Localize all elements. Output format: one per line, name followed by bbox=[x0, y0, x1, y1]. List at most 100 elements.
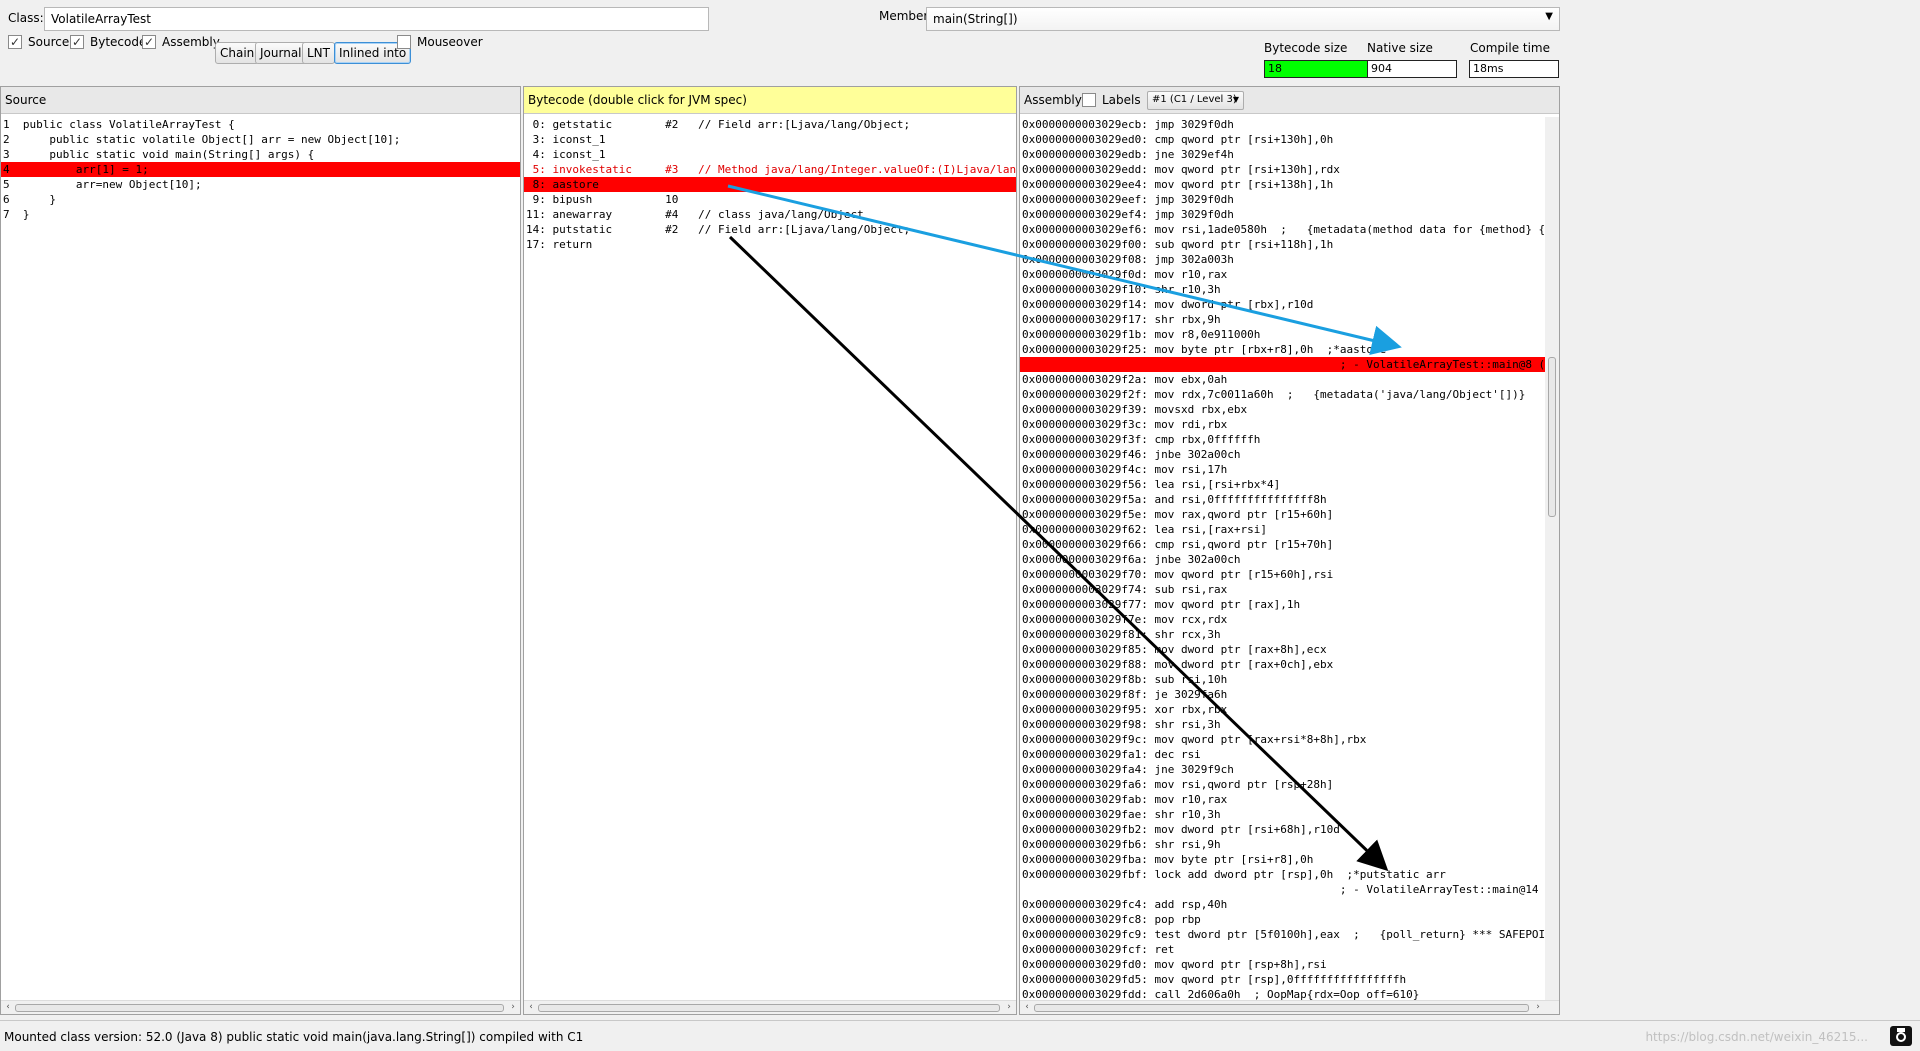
assembly-line[interactable]: 0x0000000003029fb2: mov dword ptr [rsi+6… bbox=[1020, 822, 1545, 837]
assembly-line[interactable]: 0x0000000003029fbf: lock add dword ptr [… bbox=[1020, 867, 1545, 882]
assembly-line[interactable]: 0x0000000003029fa4: jne 3029f9ch bbox=[1020, 762, 1545, 777]
assembly-line[interactable]: 0x0000000003029f3c: mov rdi,rbx bbox=[1020, 417, 1545, 432]
assembly-line[interactable]: 0x0000000003029ee4: mov qword ptr [rsi+1… bbox=[1020, 177, 1545, 192]
bytecode-line[interactable]: 0: getstatic #2 // Field arr:[Ljava/lang… bbox=[524, 117, 1016, 132]
assembly-line[interactable]: 0x0000000003029f95: xor rbx,rbx bbox=[1020, 702, 1545, 717]
assembly-line[interactable]: 0x0000000003029f74: sub rsi,rax bbox=[1020, 582, 1545, 597]
source-code[interactable]: 1 public class VolatileArrayTest {2 publ… bbox=[1, 117, 520, 1000]
assembly-line[interactable]: 0x0000000003029f66: cmp rsi,qword ptr [r… bbox=[1020, 537, 1545, 552]
chain-button[interactable]: Chain bbox=[215, 42, 260, 64]
assembly-line[interactable]: 0x0000000003029ef4: jmp 3029f0dh bbox=[1020, 207, 1545, 222]
assembly-line[interactable]: 0x0000000003029fab: mov r10,rax bbox=[1020, 792, 1545, 807]
assembly-line[interactable]: 0x0000000003029f81: shr rcx,3h bbox=[1020, 627, 1545, 642]
bytecode-line[interactable]: 3: iconst_1 bbox=[524, 132, 1016, 147]
assembly-line[interactable]: 0x0000000003029f5a: and rsi,0fffffffffff… bbox=[1020, 492, 1545, 507]
source-line[interactable]: 2 public static volatile Object[] arr = … bbox=[1, 132, 520, 147]
assembly-line[interactable]: 0x0000000003029f4c: mov rsi,17h bbox=[1020, 462, 1545, 477]
assembly-line[interactable]: 0x0000000003029fb6: shr rsi,9h bbox=[1020, 837, 1545, 852]
source-line[interactable]: 5 arr=new Object[10]; bbox=[1, 177, 520, 192]
assembly-line[interactable]: 0x0000000003029fba: mov byte ptr [rsi+r8… bbox=[1020, 852, 1545, 867]
assembly-line[interactable]: 0x0000000003029f88: mov dword ptr [rax+0… bbox=[1020, 657, 1545, 672]
source-line[interactable]: 4 arr[1] = 1; bbox=[1, 162, 520, 177]
assembly-line[interactable]: 0x0000000003029f5e: mov rax,qword ptr [r… bbox=[1020, 507, 1545, 522]
assembly-line[interactable]: 0x0000000003029f62: lea rsi,[rax+rsi] bbox=[1020, 522, 1545, 537]
mouseover-checkbox[interactable]: Mouseover bbox=[397, 35, 483, 49]
journal-button[interactable]: Journal bbox=[255, 42, 307, 64]
assembly-line[interactable]: ; - VolatileArrayTest::main@8 (line 4) bbox=[1020, 357, 1545, 372]
bytecode-line[interactable]: 5: invokestatic #3 // Method java/lang/I… bbox=[524, 162, 1016, 177]
assembly-line[interactable]: 0x0000000003029ef6: mov rsi,1ade0580h ; … bbox=[1020, 222, 1545, 237]
source-checkbox[interactable]: ✓ Source bbox=[8, 35, 69, 49]
scroll-thumb[interactable] bbox=[538, 1004, 1000, 1012]
bytecode-line[interactable]: 17: return bbox=[524, 237, 1016, 252]
assembly-line[interactable]: 0x0000000003029f39: movsxd rbx,ebx bbox=[1020, 402, 1545, 417]
scroll-left-icon[interactable]: ‹ bbox=[1021, 1001, 1033, 1014]
source-line[interactable]: 1 public class VolatileArrayTest { bbox=[1, 117, 520, 132]
assembly-line[interactable]: 0x0000000003029fd5: mov qword ptr [rsp],… bbox=[1020, 972, 1545, 987]
assembly-line[interactable]: 0x0000000003029f8b: sub rsi,10h bbox=[1020, 672, 1545, 687]
source-hscrollbar[interactable]: ‹ › bbox=[1, 1000, 520, 1014]
assembly-line[interactable]: 0x0000000003029edb: jne 3029ef4h bbox=[1020, 147, 1545, 162]
assembly-line[interactable]: 0x0000000003029ecb: jmp 3029f0dh bbox=[1020, 117, 1545, 132]
camera-icon[interactable] bbox=[1890, 1026, 1912, 1046]
assembly-line[interactable]: 0x0000000003029fc4: add rsp,40h bbox=[1020, 897, 1545, 912]
scroll-left-icon[interactable]: ‹ bbox=[2, 1001, 14, 1014]
source-line[interactable]: 3 public static void main(String[] args)… bbox=[1, 147, 520, 162]
assembly-line[interactable]: 0x0000000003029f9c: mov qword ptr [rax+r… bbox=[1020, 732, 1545, 747]
bytecode-hscrollbar[interactable]: ‹ › bbox=[524, 1000, 1016, 1014]
compile-select[interactable]: #1 (C1 / Level 3) ▼ bbox=[1147, 91, 1244, 110]
assembly-line[interactable]: 0x0000000003029f77: mov qword ptr [rax],… bbox=[1020, 597, 1545, 612]
bytecode-line[interactable]: 8: aastore bbox=[524, 177, 1016, 192]
assembly-line[interactable]: 0x0000000003029f17: shr rbx,9h bbox=[1020, 312, 1545, 327]
bytecode-line[interactable]: 4: iconst_1 bbox=[524, 147, 1016, 162]
assembly-line[interactable]: 0x0000000003029fc9: test dword ptr [5f01… bbox=[1020, 927, 1545, 942]
assembly-line[interactable]: 0x0000000003029f6a: jnbe 302a00ch bbox=[1020, 552, 1545, 567]
scroll-right-icon[interactable]: › bbox=[507, 1001, 519, 1014]
assembly-line[interactable]: 0x0000000003029f08: jmp 302a003h bbox=[1020, 252, 1545, 267]
assembly-line[interactable]: 0x0000000003029fcf: ret bbox=[1020, 942, 1545, 957]
assembly-hscrollbar[interactable]: ‹ › bbox=[1020, 1000, 1559, 1014]
scroll-left-icon[interactable]: ‹ bbox=[525, 1001, 537, 1014]
assembly-line[interactable]: 0x0000000003029f0d: mov r10,rax bbox=[1020, 267, 1545, 282]
assembly-line[interactable]: ; - VolatileArrayTest::main@14 (line 5) bbox=[1020, 882, 1545, 897]
class-field[interactable]: VolatileArrayTest bbox=[44, 7, 709, 31]
member-select[interactable]: main(String[]) ▼ bbox=[926, 7, 1560, 31]
assembly-line[interactable]: 0x0000000003029f2a: mov ebx,0ah bbox=[1020, 372, 1545, 387]
bytecode-line[interactable]: 9: bipush 10 bbox=[524, 192, 1016, 207]
assembly-line[interactable]: 0x0000000003029fc8: pop rbp bbox=[1020, 912, 1545, 927]
bytecode-listing[interactable]: 0: getstatic #2 // Field arr:[Ljava/lang… bbox=[524, 117, 1016, 1000]
assembly-line[interactable]: 0x0000000003029fae: shr r10,3h bbox=[1020, 807, 1545, 822]
assembly-line[interactable]: 0x0000000003029fdd: call 2d606a0h ; OopM… bbox=[1020, 987, 1545, 1000]
assembly-vscrollbar[interactable] bbox=[1545, 117, 1559, 1000]
assembly-line[interactable]: 0x0000000003029f46: jnbe 302a00ch bbox=[1020, 447, 1545, 462]
assembly-line[interactable]: 0x0000000003029f25: mov byte ptr [rbx+r8… bbox=[1020, 342, 1545, 357]
assembly-line[interactable]: 0x0000000003029f00: sub qword ptr [rsi+1… bbox=[1020, 237, 1545, 252]
scroll-thumb[interactable] bbox=[1548, 357, 1556, 517]
assembly-line[interactable]: 0x0000000003029f1b: mov r8,0e911000h bbox=[1020, 327, 1545, 342]
assembly-line[interactable]: 0x0000000003029fa6: mov rsi,qword ptr [r… bbox=[1020, 777, 1545, 792]
assembly-line[interactable]: 0x0000000003029f3f: cmp rbx,0ffffffh bbox=[1020, 432, 1545, 447]
assembly-line[interactable]: 0x0000000003029f8f: je 3029fa6h bbox=[1020, 687, 1545, 702]
assembly-line[interactable]: 0x0000000003029f10: shr r10,3h bbox=[1020, 282, 1545, 297]
scroll-thumb[interactable] bbox=[1034, 1004, 1529, 1012]
assembly-line[interactable]: 0x0000000003029eef: jmp 3029f0dh bbox=[1020, 192, 1545, 207]
assembly-line[interactable]: 0x0000000003029f7e: mov rcx,rdx bbox=[1020, 612, 1545, 627]
labels-checkbox[interactable]: Labels bbox=[1082, 93, 1141, 107]
bytecode-line[interactable]: 14: putstatic #2 // Field arr:[Ljava/lan… bbox=[524, 222, 1016, 237]
scroll-right-icon[interactable]: › bbox=[1003, 1001, 1015, 1014]
assembly-line[interactable]: 0x0000000003029f98: shr rsi,3h bbox=[1020, 717, 1545, 732]
assembly-line[interactable]: 0x0000000003029ed0: cmp qword ptr [rsi+1… bbox=[1020, 132, 1545, 147]
assembly-checkbox[interactable]: ✓ Assembly bbox=[142, 35, 220, 49]
source-line[interactable]: 7 } bbox=[1, 207, 520, 222]
assembly-line[interactable]: 0x0000000003029fd0: mov qword ptr [rsp+8… bbox=[1020, 957, 1545, 972]
assembly-line[interactable]: 0x0000000003029f14: mov dword ptr [rbx],… bbox=[1020, 297, 1545, 312]
assembly-listing[interactable]: 0x0000000003029ecb: jmp 3029f0dh 0x000000… bbox=[1020, 117, 1545, 1000]
lnt-button[interactable]: LNT bbox=[302, 42, 335, 64]
scroll-thumb[interactable] bbox=[15, 1004, 504, 1012]
assembly-line[interactable]: 0x0000000003029fa1: dec rsi bbox=[1020, 747, 1545, 762]
assembly-line[interactable]: 0x0000000003029f2f: mov rdx,7c0011a60h ;… bbox=[1020, 387, 1545, 402]
bytecode-checkbox[interactable]: ✓ Bytecode bbox=[70, 35, 146, 49]
scroll-right-icon[interactable]: › bbox=[1532, 1001, 1544, 1014]
assembly-line[interactable]: 0x0000000003029edd: mov qword ptr [rsi+1… bbox=[1020, 162, 1545, 177]
assembly-line[interactable]: 0x0000000003029f85: mov dword ptr [rax+8… bbox=[1020, 642, 1545, 657]
